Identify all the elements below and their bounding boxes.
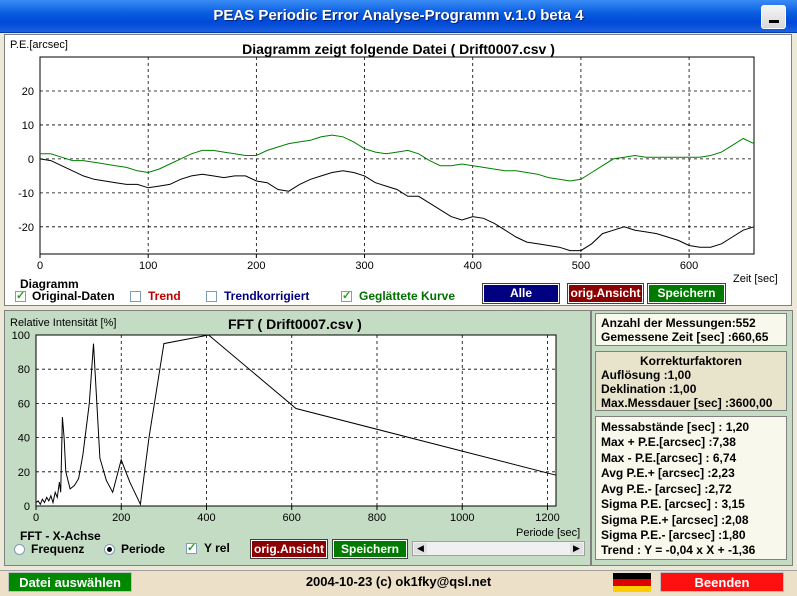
stats-box: Messabstände [sec] : 1,20 Max + P.E.[arc… <box>595 416 787 560</box>
fft-scrollbar[interactable]: ◀ ▶ <box>412 541 585 556</box>
measurement-box: Anzahl der Messungen:552 Gemessene Zeit … <box>595 313 787 346</box>
max-messdauer: Max.Messdauer [sec] :3600,00 <box>601 396 773 410</box>
fft-x-tick-label: 600 <box>283 512 301 524</box>
upper-y-tick-label: 10 <box>22 120 34 132</box>
upper-x-tick-label: 100 <box>139 260 157 272</box>
stat-avg-minus: Avg P.E.- [arcsec] :2,72 <box>601 482 732 496</box>
stat-sigma: Sigma P.E. [arcsec] : 3,15 <box>601 497 745 511</box>
fft-x-tick-label: 200 <box>112 512 130 524</box>
upper-x-tick-label: 200 <box>247 260 265 272</box>
fft-y-tick-label: 60 <box>18 398 30 410</box>
fft-x-tick-label: 1200 <box>535 512 559 524</box>
fft-y-tick-label: 80 <box>18 364 30 376</box>
fft-orig-ansicht-button[interactable]: orig.Ansicht <box>250 539 328 559</box>
upper-x-tick-label: 300 <box>355 260 373 272</box>
stat-trend: Trend : Y = -0,04 x X + -1,36 <box>601 543 756 557</box>
fft-plot-area <box>35 334 557 507</box>
upper-y-tick-label: -10 <box>18 188 34 200</box>
fft-speichern-button[interactable]: Speichern <box>332 539 408 559</box>
upper-plot-area <box>39 56 755 255</box>
yrel-checkbox[interactable] <box>186 541 197 554</box>
stat-avg-plus: Avg P.E.+ [arcsec] :2,23 <box>601 466 735 480</box>
anzahl-messungen: Anzahl der Messungen:552 <box>601 316 756 330</box>
upper-y-tick-label: 20 <box>22 86 34 98</box>
fft-y-tick-label: 20 <box>18 467 30 479</box>
periode-radio[interactable] <box>104 544 115 555</box>
stat-messabstaende: Messabstände [sec] : 1,20 <box>601 420 750 434</box>
fft-axis-label: FFT - X-Achse <box>20 529 101 543</box>
aufloesung: Auflösung :1,00 <box>601 368 692 382</box>
upper-x-tick-label: 600 <box>680 260 698 272</box>
upper-x-tick-label: 0 <box>37 260 43 272</box>
gemessene-zeit: Gemessene Zeit [sec] :660,65 <box>601 330 769 344</box>
fft-y-tick-label: 40 <box>18 433 30 445</box>
fft-x-tick-label: 1000 <box>450 512 474 524</box>
fft-x-tick-label: 0 <box>33 512 39 524</box>
deklination: Deklination :1,00 <box>601 382 697 396</box>
scroll-left-icon[interactable]: ◀ <box>414 543 427 554</box>
stat-max-plus: Max + P.E.[arcsec] :7,38 <box>601 435 736 449</box>
upper-y-tick-label: -20 <box>18 222 34 234</box>
fft-x-tick-label: 400 <box>197 512 215 524</box>
scroll-right-icon[interactable]: ▶ <box>570 543 583 554</box>
fft-y-tick-label: 0 <box>24 501 30 513</box>
stat-sigma-minus: Sigma P.E.- [arcsec] :1,80 <box>601 528 746 542</box>
korrektur-heading: Korrekturfaktoren <box>639 354 743 368</box>
frequenz-label: Frequenz <box>31 542 85 556</box>
korrektur-box: Korrekturfaktoren Auflösung :1,00 Deklin… <box>595 351 787 411</box>
periode-label: Periode <box>121 542 166 556</box>
upper-x-tick-label: 400 <box>464 260 482 272</box>
fft-line-chart: 0 200 400 600 800 1000 1200100806040200 <box>12 330 560 524</box>
stat-sigma-plus: Sigma P.E.+ [arcsec] :2,08 <box>601 513 749 527</box>
frequenz-radio[interactable] <box>14 544 25 555</box>
fft-x-tick-label: 800 <box>368 512 386 524</box>
upper-x-tick-label: 500 <box>572 260 590 272</box>
upper-line-chart: 0 100 200 300 400 500 60020100-10-20 <box>18 56 755 272</box>
upper-y-tick-label: 0 <box>28 154 34 166</box>
fft-y-tick-label: 100 <box>12 330 30 342</box>
yrel-label: Y rel <box>204 541 230 555</box>
upper-speichern-button[interactable]: Speichern <box>647 283 726 304</box>
stat-max-minus: Max - P.E.[arcsec] : 6,74 <box>601 451 737 465</box>
beenden-button[interactable]: Beenden <box>660 572 784 592</box>
german-flag-icon[interactable] <box>613 573 651 592</box>
